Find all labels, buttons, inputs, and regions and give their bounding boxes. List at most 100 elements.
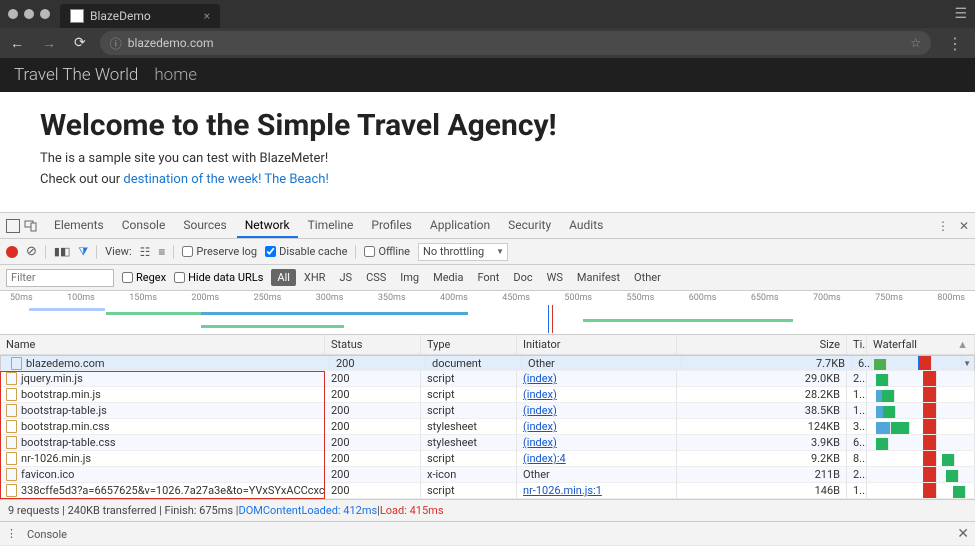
row-initiator[interactable]: (index) xyxy=(517,403,677,418)
type-filter-media[interactable]: Media xyxy=(427,269,469,286)
bookmark-icon[interactable]: ☆ xyxy=(910,36,921,50)
table-row[interactable]: bootstrap-table.js200script(index)38.5KB… xyxy=(0,403,975,419)
screenshot-icon[interactable]: ▮◧ xyxy=(54,245,70,258)
network-status-bar: 9 requests | 240KB transferred | Finish:… xyxy=(0,499,975,521)
row-name: bootstrap-table.css xyxy=(21,436,116,449)
timeline-tick: 300ms xyxy=(316,293,344,303)
filter-input[interactable] xyxy=(6,269,114,287)
device-toggle-icon[interactable] xyxy=(24,219,38,233)
site-brand[interactable]: Travel The World xyxy=(14,65,138,85)
table-row[interactable]: bootstrap-table.css200stylesheet(index)3… xyxy=(0,435,975,451)
timeline-tick: 150ms xyxy=(129,293,157,303)
site-info-icon[interactable]: ⓘ xyxy=(110,35,122,52)
row-initiator[interactable]: nr-1026.min.js:1 xyxy=(517,483,677,498)
clear-button[interactable]: ⊘ xyxy=(26,244,37,259)
record-button[interactable] xyxy=(6,246,18,258)
row-initiator[interactable]: (index) xyxy=(517,387,677,402)
type-filter-font[interactable]: Font xyxy=(471,269,505,286)
disable-cache-checkbox[interactable]: Disable cache xyxy=(265,245,347,258)
row-initiator[interactable]: (index) xyxy=(517,371,677,386)
row-size: 3.9KB xyxy=(677,435,847,450)
th-status[interactable]: Status xyxy=(325,335,421,354)
browser-menu-icon[interactable]: ⋮ xyxy=(941,34,969,53)
maximize-window-icon[interactable] xyxy=(40,9,50,19)
throttle-select[interactable]: No throttling xyxy=(418,243,508,261)
tab-close-icon[interactable]: × xyxy=(204,9,210,23)
table-row[interactable]: bootstrap.min.js200script(index)28.2KB1.… xyxy=(0,387,975,403)
file-icon xyxy=(11,357,22,370)
th-size[interactable]: Size xyxy=(677,335,847,354)
row-name: blazedemo.com xyxy=(26,357,105,370)
filter-toggle-icon[interactable]: ⧩ xyxy=(78,245,88,259)
devtools-tab-security[interactable]: Security xyxy=(500,214,559,238)
devtools-menu-icon[interactable]: ⋮ xyxy=(937,219,949,233)
drawer-console-tab[interactable]: Console xyxy=(17,523,77,544)
type-filter-img[interactable]: Img xyxy=(394,269,425,286)
type-filter-other[interactable]: Other xyxy=(628,269,667,286)
row-status: 200 xyxy=(325,403,421,418)
row-type: script xyxy=(421,483,517,498)
devtools-tab-sources[interactable]: Sources xyxy=(175,214,234,238)
nav-home-link[interactable]: home xyxy=(154,65,197,85)
type-filter-ws[interactable]: WS xyxy=(541,269,569,286)
devtools-tab-console[interactable]: Console xyxy=(114,214,174,238)
th-time[interactable]: Ti... xyxy=(847,335,867,354)
table-row[interactable]: 338cffe5d3?a=6657625&v=1026.7a27a3e&to=Y… xyxy=(0,483,975,499)
table-row[interactable]: jquery.min.js200script(index)29.0KB2... xyxy=(0,371,975,387)
row-initiator[interactable]: (index) xyxy=(517,435,677,450)
hide-data-urls-checkbox[interactable]: Hide data URLs xyxy=(174,271,263,284)
inspect-element-icon[interactable] xyxy=(6,219,20,233)
devtools-close-icon[interactable]: ✕ xyxy=(959,219,969,233)
devtools-tab-audits[interactable]: Audits xyxy=(561,214,611,238)
offline-checkbox[interactable]: Offline xyxy=(364,245,410,258)
devtools-tab-timeline[interactable]: Timeline xyxy=(300,214,362,238)
drawer-menu-icon[interactable]: ⋮ xyxy=(6,527,17,540)
browser-tab[interactable]: BlazeDemo × xyxy=(60,4,220,28)
row-name: bootstrap.min.css xyxy=(21,420,110,433)
type-filter-css[interactable]: CSS xyxy=(360,269,392,286)
row-initiator[interactable]: (index):4 xyxy=(517,451,677,466)
type-filter-doc[interactable]: Doc xyxy=(507,269,538,286)
table-row[interactable]: nr-1026.min.js200script(index):49.2KB8..… xyxy=(0,451,975,467)
th-name[interactable]: Name xyxy=(0,335,325,354)
row-time: 1... xyxy=(847,403,867,418)
row-waterfall xyxy=(867,451,975,466)
row-type: script xyxy=(421,371,517,386)
row-size: 29.0KB xyxy=(677,371,847,386)
view-large-icon[interactable]: ☷ xyxy=(140,245,151,259)
network-timeline[interactable]: 50ms100ms150ms200ms250ms300ms350ms400ms4… xyxy=(0,291,975,335)
table-row[interactable]: favicon.ico200x-iconOther211B2... xyxy=(0,467,975,483)
forward-button[interactable]: → xyxy=(38,35,60,52)
table-row[interactable]: blazedemo.com200documentOther7.7KB6... xyxy=(0,355,975,371)
th-initiator[interactable]: Initiator xyxy=(517,335,677,354)
devtools-tab-network[interactable]: Network xyxy=(237,214,298,238)
devtools-tab-elements[interactable]: Elements xyxy=(46,214,112,238)
type-filter-all[interactable]: All xyxy=(271,269,296,286)
devtools-tab-application[interactable]: Application xyxy=(422,214,498,238)
url-input[interactable]: ⓘ blazedemo.com ☆ xyxy=(100,31,931,55)
extension-icon[interactable]: ☰ xyxy=(954,6,967,22)
row-initiator[interactable]: (index) xyxy=(517,419,677,434)
table-row[interactable]: bootstrap.min.css200stylesheet(index)124… xyxy=(0,419,975,435)
th-type[interactable]: Type xyxy=(421,335,517,354)
reload-button[interactable]: ⟳ xyxy=(70,35,90,51)
row-waterfall xyxy=(867,387,975,402)
file-icon xyxy=(6,452,17,465)
type-filter-js[interactable]: JS xyxy=(333,269,358,286)
type-filter-manifest[interactable]: Manifest xyxy=(571,269,626,286)
devtools-tab-profiles[interactable]: Profiles xyxy=(363,214,420,238)
back-button[interactable]: ← xyxy=(6,35,28,52)
type-filter-xhr[interactable]: XHR xyxy=(298,269,332,286)
drawer-close-icon[interactable]: ✕ xyxy=(957,526,969,542)
timeline-tick: 100ms xyxy=(67,293,95,303)
destination-link[interactable]: destination of the week! The Beach! xyxy=(123,172,328,187)
view-small-icon[interactable]: ≡ xyxy=(158,245,165,259)
th-waterfall[interactable]: Waterfall▲ xyxy=(867,335,975,354)
regex-checkbox[interactable]: Regex xyxy=(122,271,166,284)
row-size: 124KB xyxy=(677,419,847,434)
minimize-window-icon[interactable] xyxy=(24,9,34,19)
status-dcl: DOMContentLoaded: 412ms xyxy=(238,504,377,517)
preserve-log-checkbox[interactable]: Preserve log xyxy=(182,245,257,258)
row-size: 146B xyxy=(677,483,847,498)
close-window-icon[interactable] xyxy=(8,9,18,19)
